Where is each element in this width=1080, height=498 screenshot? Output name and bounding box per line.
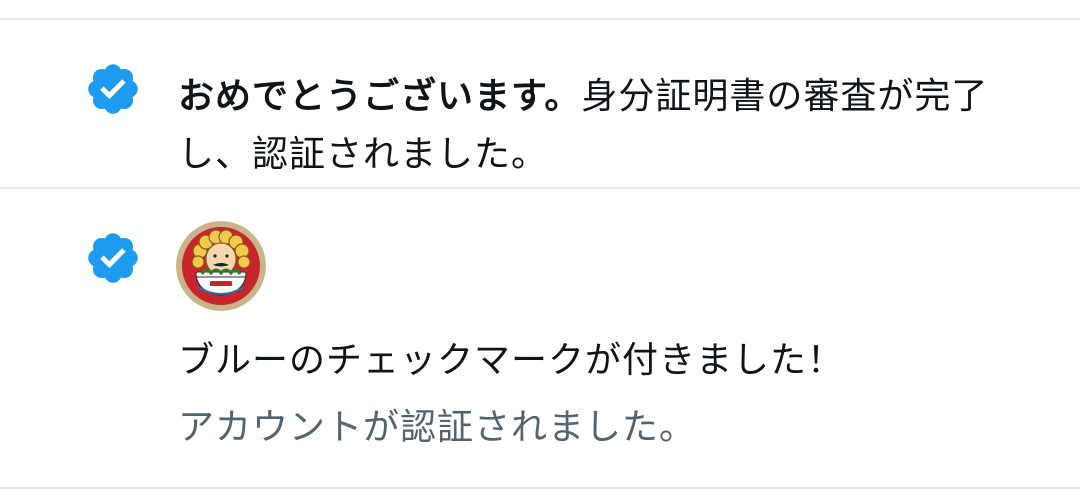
account-verified-subtitle: アカウントが認証されました。 [178,407,697,448]
blue-check-title: ブルーのチェックマークが付きました！ [178,340,845,381]
notification-identity-verified[interactable]: おめでとうございます。身分証明書の審査が完了し、認証されました。 [0,20,1080,188]
bottom-divider [0,487,1080,489]
congrats-text: おめでとうございます。 [178,76,582,117]
notification-text: おめでとうございます。身分証明書の審査が完了し、認証されました。 [178,68,1048,184]
verified-badge-icon [84,229,142,287]
verified-badge-icon [84,60,142,118]
user-avatar[interactable] [176,221,266,311]
